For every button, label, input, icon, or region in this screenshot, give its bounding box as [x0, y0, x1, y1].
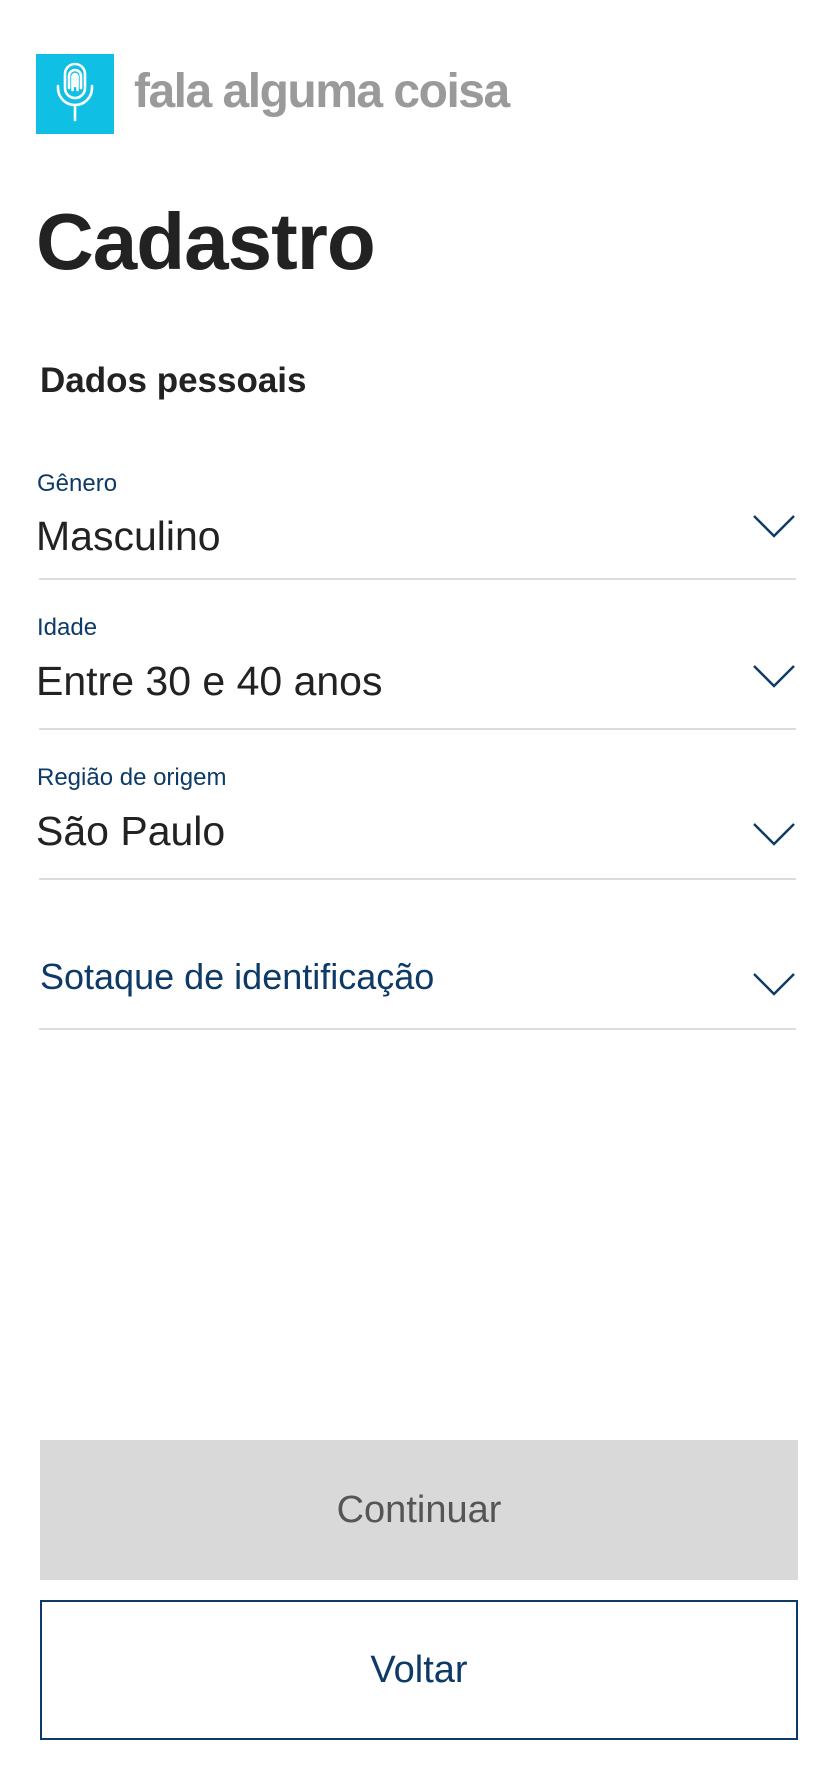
age-select[interactable]: Idade Entre 30 e 40 anos [36, 608, 796, 730]
age-value: Entre 30 e 40 anos [36, 658, 383, 704]
chevron-down-icon [753, 973, 795, 996]
continue-button[interactable]: Continuar [40, 1440, 798, 1580]
chevron-down-icon [753, 823, 795, 846]
accent-placeholder: Sotaque de identificação [40, 956, 435, 997]
section-title: Dados pessoais [40, 361, 307, 400]
app-name: fala alguma coisa [134, 65, 510, 118]
chevron-down-icon [753, 665, 795, 688]
signup-screen: fala alguma coisa Cadastro Dados pessoai… [0, 0, 828, 1792]
region-select[interactable]: Região de origem São Paulo [36, 758, 796, 880]
chevron-down-icon [753, 515, 795, 538]
accent-select[interactable]: Sotaque de identificação [39, 908, 796, 1030]
page-title: Cadastro [36, 197, 376, 286]
gender-value: Masculino [36, 513, 221, 559]
gender-select[interactable]: Gênero Masculino [36, 464, 796, 580]
age-label: Idade [37, 614, 98, 641]
region-value: São Paulo [36, 808, 226, 854]
region-label: Região de origem [37, 764, 227, 791]
gender-label: Gênero [37, 470, 118, 497]
app-logo: fala alguma coisa [36, 54, 510, 134]
microphone-icon [36, 54, 114, 134]
back-button[interactable]: Voltar [40, 1600, 798, 1740]
